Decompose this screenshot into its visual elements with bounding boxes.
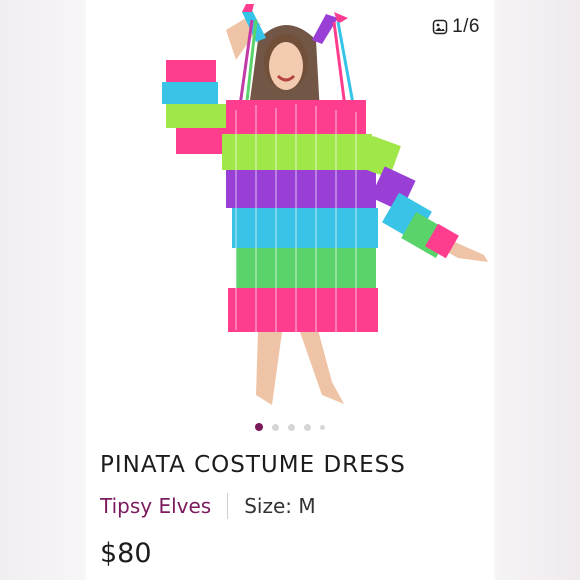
- brand-link[interactable]: Tipsy Elves: [100, 494, 211, 518]
- listing-card: 1/6 PINATA COSTUME DRESS Tipsy Elves Siz…: [86, 0, 494, 580]
- meta-divider: [227, 493, 229, 519]
- gallery-icon: [432, 19, 448, 35]
- carousel-dot-5[interactable]: [320, 424, 325, 430]
- size-label: Size: M: [244, 494, 316, 518]
- listing-title: PINATA COSTUME DRESS: [100, 452, 406, 478]
- carousel-dots: [86, 423, 494, 431]
- image-counter-text: 1/6: [452, 16, 480, 37]
- carousel-dot-4[interactable]: [304, 423, 311, 431]
- image-counter: 1/6: [432, 16, 480, 38]
- product-photo[interactable]: 1/6: [86, 0, 494, 412]
- listing-meta: Tipsy Elves Size: M: [100, 493, 316, 519]
- carousel-dot-3[interactable]: [288, 423, 295, 431]
- carousel-dot-1[interactable]: [255, 423, 263, 431]
- carousel-dot-2[interactable]: [272, 423, 279, 431]
- listing-price: $80: [100, 538, 152, 569]
- costume-illustration: [162, 4, 488, 405]
